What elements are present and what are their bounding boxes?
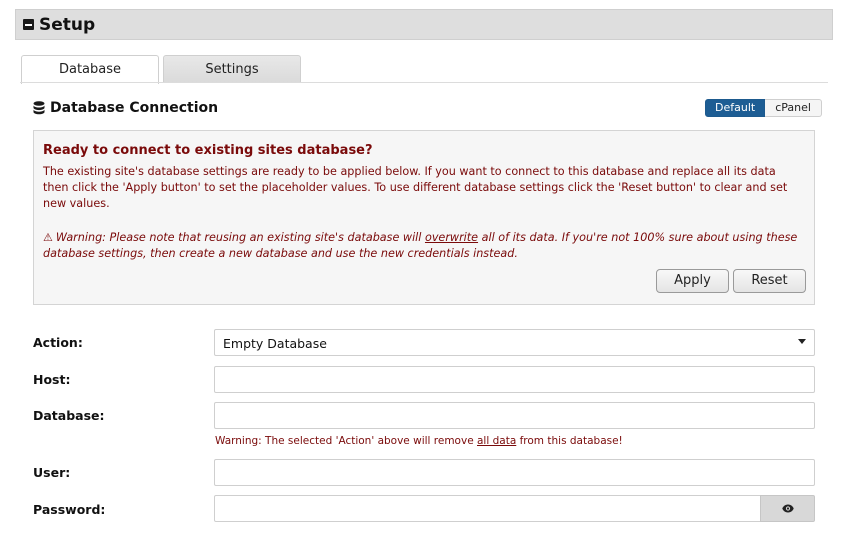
action-select[interactable]: Empty Database bbox=[214, 329, 815, 356]
database-icon bbox=[33, 101, 45, 115]
tab-database[interactable]: Database bbox=[21, 55, 159, 84]
warning-overwrite-link: overwrite bbox=[424, 231, 479, 244]
database-label: Database: bbox=[33, 408, 105, 423]
chevron-down-icon bbox=[798, 339, 806, 344]
host-label: Host: bbox=[33, 372, 71, 387]
user-input[interactable] bbox=[214, 459, 815, 486]
user-label: User: bbox=[33, 465, 71, 480]
host-input[interactable] bbox=[214, 366, 815, 393]
show-password-button[interactable] bbox=[760, 495, 815, 522]
mode-toggle: Default cPanel bbox=[705, 99, 822, 117]
reset-button[interactable]: Reset bbox=[733, 269, 806, 293]
setup-header[interactable]: Setup bbox=[15, 9, 833, 40]
database-warning-emph: all data bbox=[477, 435, 517, 447]
eye-icon bbox=[782, 504, 794, 513]
notice-heading: Ready to connect to existing sites datab… bbox=[43, 143, 373, 158]
database-input[interactable] bbox=[214, 402, 815, 429]
notice-body: The existing site's database settings ar… bbox=[43, 165, 788, 210]
tabs-divider bbox=[20, 82, 828, 83]
action-selected-value: Empty Database bbox=[223, 336, 327, 351]
action-label: Action: bbox=[33, 335, 83, 350]
apply-button[interactable]: Apply bbox=[656, 269, 729, 293]
database-warning-before: Warning: The selected 'Action' above wil… bbox=[215, 435, 477, 447]
database-warning-after: from this database! bbox=[516, 435, 623, 447]
connect-notice: Ready to connect to existing sites datab… bbox=[33, 130, 815, 305]
setup-title: Setup bbox=[39, 15, 96, 35]
tab-settings[interactable]: Settings bbox=[163, 55, 301, 83]
warning-icon: ⚠ bbox=[43, 231, 53, 244]
collapse-icon[interactable] bbox=[23, 19, 34, 30]
database-warning: Warning: The selected 'Action' above wil… bbox=[215, 435, 623, 447]
toggle-cpanel[interactable]: cPanel bbox=[765, 99, 822, 117]
notice-warning: ⚠ Warning: Please note that reusing an ex… bbox=[43, 230, 803, 262]
password-input[interactable] bbox=[214, 495, 761, 522]
warning-text-before: Warning: Please note that reusing an exi… bbox=[55, 231, 425, 244]
password-label: Password: bbox=[33, 502, 106, 517]
section-title: Database Connection bbox=[50, 100, 219, 116]
toggle-default[interactable]: Default bbox=[705, 99, 766, 117]
